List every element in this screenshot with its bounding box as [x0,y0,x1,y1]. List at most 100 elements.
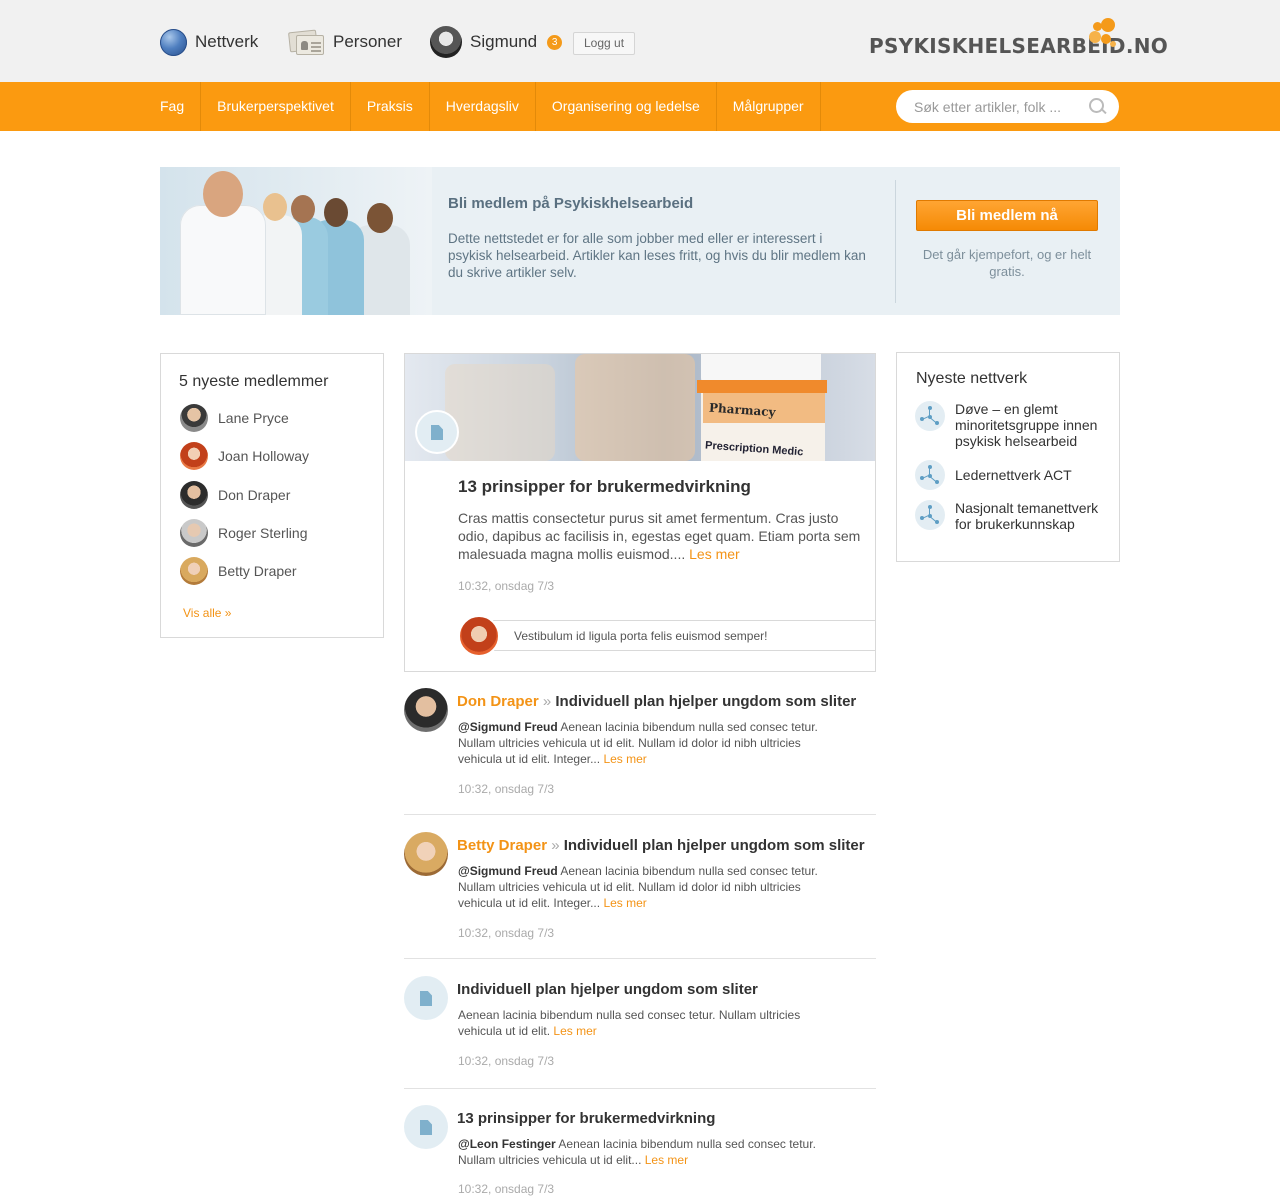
article-title[interactable]: 13 prinsipper for brukermedvirkning [458,477,751,497]
mention-link[interactable]: @Sigmund Freud [458,720,558,734]
author-link[interactable]: Don Draper [457,693,539,710]
top-bar: Nettverk Personer Sigmund 3 Logg ut PSYK… [0,0,1280,82]
banner-text: Dette nettstedet er for alle som jobber … [448,231,866,280]
banner-image-doctors [160,167,432,315]
member-item[interactable]: Lane Pryce [180,404,289,432]
article-image-pharmacy: Pharmacy Prescription Medic [405,354,875,461]
read-more-link[interactable]: Les mer [603,752,646,766]
comment-text: Vestibulum id ligula porta felis euismod… [514,629,768,643]
document-icon [420,991,432,1006]
join-button[interactable]: Bli medlem nå [916,200,1098,231]
topnav-personer-label: Personer [333,32,402,51]
feed-title-link[interactable]: Individuell plan hjelper ungdom som slit… [564,837,865,854]
user-avatar [430,26,462,58]
member-name: Roger Sterling [218,525,308,541]
feed-timestamp: 10:32, onsdag 7/3 [458,1054,555,1068]
search-input[interactable] [912,96,1082,117]
avatar[interactable] [404,832,448,876]
network-icon [915,460,945,490]
nav-item-organisering[interactable]: Organisering og ledelse [536,82,717,131]
join-subtext: Det går kjempefort, og er helt gratis. [922,247,1092,279]
newest-members-box: 5 nyeste medlemmer Lane Pryce Joan Hollo… [160,353,384,638]
logout-button[interactable]: Logg ut [573,32,636,55]
avatar [180,557,208,585]
search-box [896,90,1119,123]
topnav-nettverk-label: Nettverk [195,32,259,51]
feed-timestamp: 10:32, onsdag 7/3 [458,782,555,796]
feed-body: @Sigmund Freud Aenean lacinia bibendum n… [458,719,838,767]
site-logo[interactable]: PSYKISKHELSEARBEID.NO [869,18,1168,62]
read-more-link[interactable]: Les mer [553,1024,596,1038]
read-more-link[interactable]: Les mer [645,1153,688,1167]
network-icon [915,500,945,530]
mention-link[interactable]: @Sigmund Freud [458,864,558,878]
network-item[interactable]: Døve – en glemt minoritetsgruppe innen p… [915,401,1105,449]
topnav-personer[interactable]: Personer [288,27,402,57]
member-item[interactable]: Betty Draper [180,557,297,585]
networks-title: Nyeste nettverk [916,370,1028,387]
document-icon-circle [415,410,459,454]
feed-title-link[interactable]: Individuell plan hjelper ungdom som slit… [457,981,758,998]
member-name: Don Draper [218,487,291,503]
featured-article: Pharmacy Prescription Medic 13 prinsippe… [404,353,876,672]
feed-title-link[interactable]: Individuell plan hjelper ungdom som slit… [555,693,856,710]
read-more-link[interactable]: Les mer [603,896,646,910]
mention-link[interactable]: @Leon Festinger [458,1137,556,1151]
topnav-user[interactable]: Sigmund 3 [430,26,563,58]
article-excerpt: Cras mattis consectetur purus sit amet f… [458,509,863,563]
logo-text: PSYKISKHELSEARBEID.NO [869,34,1169,58]
network-item[interactable]: Ledernettverk ACT [915,460,1105,490]
member-name: Betty Draper [218,563,297,579]
feed-item: Betty Draper » Individuell plan hjelper … [404,832,876,959]
feed-text: Aenean lacinia bibendum nulla sed consec… [458,1008,801,1038]
feed-body: @Sigmund Freud Aenean lacinia bibendum n… [458,863,838,911]
network-name: Nasjonalt temanettverk for brukerkunnska… [955,500,1099,532]
nav-item-fag[interactable]: Fag [160,82,202,131]
network-name: Døve – en glemt minoritetsgruppe innen p… [955,401,1098,449]
search-icon[interactable] [1089,98,1107,116]
feed-heading: Individuell plan hjelper ungdom som slit… [457,981,758,998]
nav-items: Fag Brukerperspektivet Praksis Hverdagsl… [160,82,821,131]
topnav-nettverk[interactable]: Nettverk [160,27,258,57]
id-cards-icon [288,29,325,56]
network-icon [915,401,945,431]
document-icon [431,425,443,440]
separator: » [551,837,560,854]
newest-networks-box: Nyeste nettverk Døve – en glemt minorite… [896,352,1120,562]
banner-title: Bli medlem på Psykiskhelsearbeid [448,195,694,212]
avatar [180,404,208,432]
feed-heading: Betty Draper » Individuell plan hjelper … [457,837,865,854]
nav-item-praksis[interactable]: Praksis [351,82,430,131]
comment-avatar [458,615,500,657]
read-more-link[interactable]: Les mer [689,546,740,562]
member-name: Joan Holloway [218,448,310,464]
member-item[interactable]: Joan Holloway [180,442,309,470]
separator: » [542,693,552,710]
member-item[interactable]: Don Draper [180,481,290,509]
feed-body: @Leon Festinger Aenean lacinia bibendum … [458,1136,838,1168]
network-item[interactable]: Nasjonalt temanettverk for brukerkunnska… [915,500,1105,532]
feed-title-link[interactable]: 13 prinsipper for brukermedvirkning [457,1110,715,1127]
avatar[interactable] [404,688,448,732]
avatar [180,442,208,470]
member-name: Lane Pryce [218,410,289,426]
article-excerpt-text: Cras mattis consectetur purus sit amet f… [458,510,861,562]
author-link[interactable]: Betty Draper [457,837,547,854]
avatar [180,481,208,509]
feed-timestamp: 10:32, onsdag 7/3 [458,1182,555,1196]
nav-item-hverdagsliv[interactable]: Hverdagsliv [430,82,536,131]
signup-banner: Bli medlem på Psykiskhelsearbeid Dette n… [160,167,1120,315]
comment-field[interactable]: Vestibulum id ligula porta felis euismod… [493,620,876,651]
avatar [180,519,208,547]
nav-item-malgrupper[interactable]: Målgrupper [717,82,821,131]
document-icon-circle [404,976,448,1020]
document-icon [420,1120,432,1135]
feed-body: Aenean lacinia bibendum nulla sed consec… [458,1007,838,1039]
feed-timestamp: 10:32, onsdag 7/3 [458,926,555,940]
member-item[interactable]: Roger Sterling [180,519,308,547]
nav-item-brukerperspektivet[interactable]: Brukerperspektivet [201,82,351,131]
see-all-members-link[interactable]: Vis alle » [183,606,231,620]
main-nav: Fag Brukerperspektivet Praksis Hverdagsl… [0,82,1280,131]
feed-heading: 13 prinsipper for brukermedvirkning [457,1110,715,1127]
notification-badge[interactable]: 3 [547,34,563,50]
